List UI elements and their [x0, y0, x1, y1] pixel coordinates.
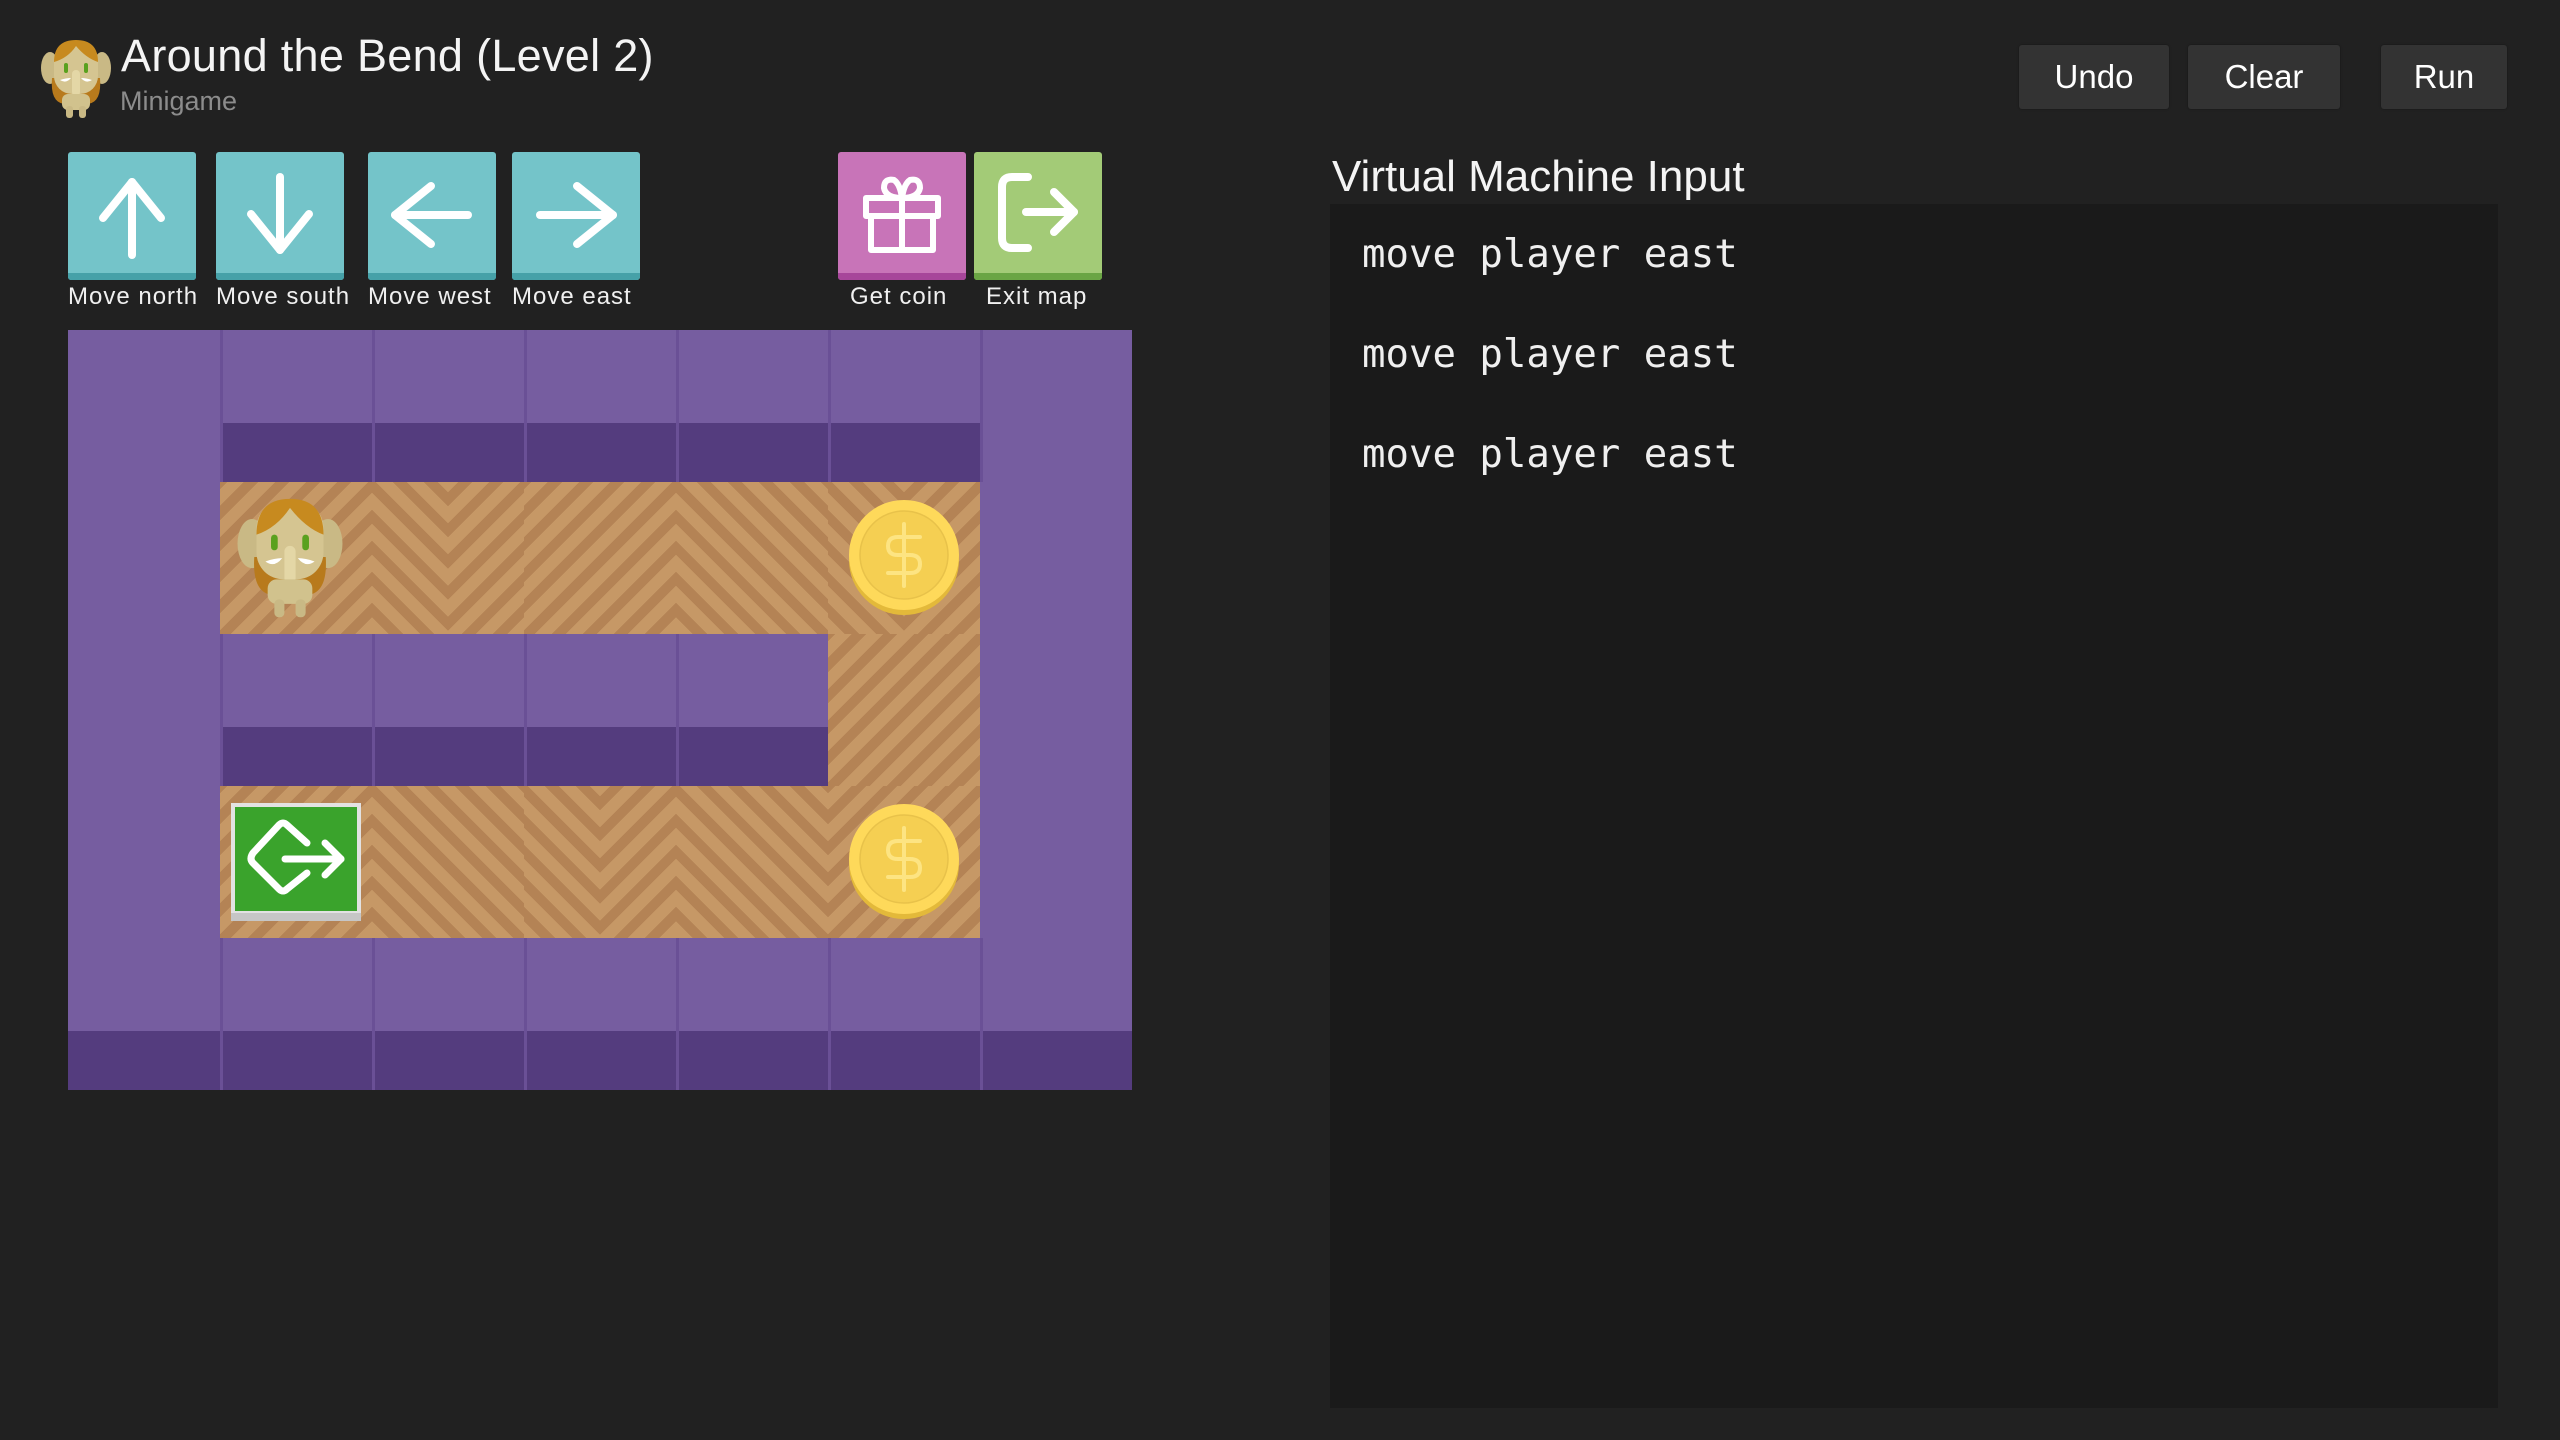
- wall-tile: [980, 482, 1132, 634]
- floor-tile: [828, 634, 980, 786]
- exit-map-label: Exit map: [986, 283, 1088, 310]
- floor-tile: [524, 786, 676, 938]
- wall-tile: [68, 482, 220, 634]
- arrow-left-icon: [391, 182, 472, 248]
- wall-tile: [676, 330, 828, 482]
- run-button[interactable]: Run: [2381, 45, 2507, 109]
- floor-tile: [372, 482, 524, 634]
- floor-tile: [220, 786, 372, 938]
- arrow-down-icon: [247, 173, 313, 254]
- move-east-label: Move east: [512, 283, 632, 310]
- wall-tile: [676, 938, 828, 1090]
- coin-icon: [848, 500, 960, 621]
- get-coin-label: Get coin: [850, 283, 948, 310]
- gift-icon: [863, 176, 941, 253]
- vm-input-title: Virtual Machine Input: [1332, 152, 1745, 201]
- move-north-button[interactable]: [68, 152, 196, 280]
- wall-tile: [980, 330, 1132, 482]
- wall-tile: [220, 330, 372, 482]
- vm-input-panel[interactable]: move player east move player east move p…: [1330, 204, 2498, 1408]
- code-line[interactable]: move player east: [1362, 332, 1738, 377]
- wall-tile: [828, 938, 980, 1090]
- wall-tile: [220, 634, 372, 786]
- elephant-avatar-icon: [40, 34, 112, 120]
- clear-button[interactable]: Clear: [2188, 45, 2340, 109]
- wall-tile: [980, 938, 1132, 1090]
- exit-icon: [998, 173, 1078, 252]
- floor-tile: [828, 786, 980, 938]
- game-map: [68, 330, 1132, 1090]
- wall-tile: [68, 634, 220, 786]
- wall-tile: [980, 634, 1132, 786]
- wall-tile: [524, 330, 676, 482]
- undo-button[interactable]: Undo: [2019, 45, 2169, 109]
- get-coin-button[interactable]: [838, 152, 966, 280]
- floor-tile: [676, 786, 828, 938]
- move-south-button[interactable]: [216, 152, 344, 280]
- exit-tile-icon: [231, 803, 361, 926]
- wall-tile: [980, 786, 1132, 938]
- page-subtitle: Minigame: [120, 86, 238, 116]
- wall-tile: [372, 634, 524, 786]
- floor-tile: [220, 482, 372, 634]
- exit-map-button[interactable]: [974, 152, 1102, 280]
- coin-icon: [848, 804, 960, 925]
- wall-tile: [676, 634, 828, 786]
- wall-tile: [372, 330, 524, 482]
- move-east-button[interactable]: [512, 152, 640, 280]
- code-line[interactable]: move player east: [1362, 432, 1738, 477]
- floor-tile: [676, 482, 828, 634]
- move-south-label: Move south: [216, 283, 351, 310]
- move-west-button[interactable]: [368, 152, 496, 280]
- wall-tile: [524, 938, 676, 1090]
- arrow-right-icon: [536, 182, 617, 248]
- wall-tile: [68, 330, 220, 482]
- wall-tile: [372, 938, 524, 1090]
- player-elephant-icon: [234, 490, 346, 629]
- page-title: Around the Bend (Level 2): [121, 30, 654, 81]
- move-west-label: Move west: [368, 283, 492, 310]
- wall-tile: [68, 938, 220, 1090]
- code-line[interactable]: move player east: [1362, 232, 1738, 277]
- arrow-up-icon: [99, 178, 165, 259]
- wall-tile: [220, 938, 372, 1090]
- move-north-label: Move north: [68, 283, 199, 310]
- floor-tile: [524, 482, 676, 634]
- wall-tile: [524, 634, 676, 786]
- floor-tile: [372, 786, 524, 938]
- floor-tile: [828, 482, 980, 634]
- wall-tile: [828, 330, 980, 482]
- wall-tile: [68, 786, 220, 938]
